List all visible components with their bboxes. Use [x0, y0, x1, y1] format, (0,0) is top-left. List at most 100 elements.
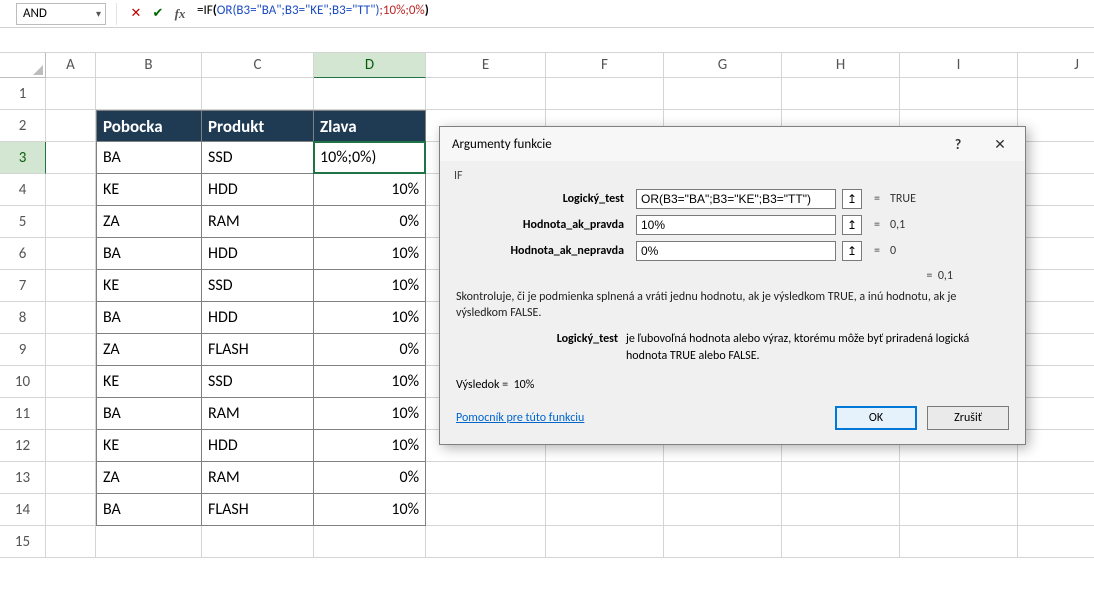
- cell-D3[interactable]: 10%;0%): [314, 142, 426, 174]
- cell-C6[interactable]: HDD: [202, 238, 314, 270]
- cell-E1[interactable]: [426, 78, 546, 110]
- cell-A11[interactable]: [46, 398, 96, 430]
- cell-A2[interactable]: [46, 110, 96, 142]
- cell-C2[interactable]: Produkt: [202, 110, 314, 142]
- cell-G14[interactable]: [664, 494, 782, 526]
- cell-B3[interactable]: BA: [96, 142, 202, 174]
- row-header-12[interactable]: 12: [0, 430, 46, 462]
- cell-B6[interactable]: BA: [96, 238, 202, 270]
- help-button[interactable]: ?: [941, 130, 975, 158]
- cell-A8[interactable]: [46, 302, 96, 334]
- cell-D15[interactable]: [314, 526, 426, 558]
- col-header-F[interactable]: F: [546, 52, 664, 78]
- name-box[interactable]: AND ▾: [16, 3, 106, 25]
- col-header-I[interactable]: I: [900, 52, 1018, 78]
- cell-C5[interactable]: RAM: [202, 206, 314, 238]
- help-link[interactable]: Pomocník pre túto funkciu: [456, 411, 584, 425]
- cell-G15[interactable]: [664, 526, 782, 558]
- cell-B10[interactable]: KE: [96, 366, 202, 398]
- cell-H15[interactable]: [782, 526, 900, 558]
- cell-I15[interactable]: [900, 526, 1018, 558]
- cell-J14[interactable]: [1018, 494, 1094, 526]
- cell-A5[interactable]: [46, 206, 96, 238]
- cell-I14[interactable]: [900, 494, 1018, 526]
- arg-input-2[interactable]: [636, 241, 836, 261]
- cell-D13[interactable]: 0%: [314, 462, 426, 494]
- cell-D14[interactable]: 10%: [314, 494, 426, 526]
- cell-A14[interactable]: [46, 494, 96, 526]
- cell-J5[interactable]: [1018, 206, 1094, 238]
- cell-J6[interactable]: [1018, 238, 1094, 270]
- cell-B2[interactable]: Pobocka: [96, 110, 202, 142]
- row-header-5[interactable]: 5: [0, 206, 46, 238]
- row-header-1[interactable]: 1: [0, 78, 46, 110]
- cell-H1[interactable]: [782, 78, 900, 110]
- cell-B9[interactable]: ZA: [96, 334, 202, 366]
- cell-D4[interactable]: 10%: [314, 174, 426, 206]
- cell-G1[interactable]: [664, 78, 782, 110]
- cell-C14[interactable]: FLASH: [202, 494, 314, 526]
- cell-B14[interactable]: BA: [96, 494, 202, 526]
- cell-D8[interactable]: 10%: [314, 302, 426, 334]
- cell-C12[interactable]: HDD: [202, 430, 314, 462]
- ok-button[interactable]: OK: [835, 406, 917, 430]
- cell-A6[interactable]: [46, 238, 96, 270]
- cell-F1[interactable]: [546, 78, 664, 110]
- cell-A10[interactable]: [46, 366, 96, 398]
- cell-C7[interactable]: SSD: [202, 270, 314, 302]
- row-header-8[interactable]: 8: [0, 302, 46, 334]
- cell-D2[interactable]: Zlava: [314, 110, 426, 142]
- close-icon[interactable]: ✕: [983, 130, 1017, 158]
- cell-C13[interactable]: RAM: [202, 462, 314, 494]
- cell-E13[interactable]: [426, 462, 546, 494]
- cell-F13[interactable]: [546, 462, 664, 494]
- cell-D9[interactable]: 0%: [314, 334, 426, 366]
- cell-C9[interactable]: FLASH: [202, 334, 314, 366]
- cancel-button[interactable]: Zrušiť: [927, 406, 1009, 430]
- cell-D12[interactable]: 10%: [314, 430, 426, 462]
- row-header-11[interactable]: 11: [0, 398, 46, 430]
- cell-A7[interactable]: [46, 270, 96, 302]
- cell-C4[interactable]: HDD: [202, 174, 314, 206]
- arg-input-1[interactable]: [636, 215, 836, 235]
- col-header-E[interactable]: E: [426, 52, 546, 78]
- cell-B11[interactable]: BA: [96, 398, 202, 430]
- row-header-9[interactable]: 9: [0, 334, 46, 366]
- cell-B12[interactable]: KE: [96, 430, 202, 462]
- cell-B7[interactable]: KE: [96, 270, 202, 302]
- col-header-J[interactable]: J: [1018, 52, 1094, 78]
- cell-B13[interactable]: ZA: [96, 462, 202, 494]
- cell-D7[interactable]: 10%: [314, 270, 426, 302]
- cell-I1[interactable]: [900, 78, 1018, 110]
- row-header-2[interactable]: 2: [0, 110, 46, 142]
- cell-A15[interactable]: [46, 526, 96, 558]
- row-header-13[interactable]: 13: [0, 462, 46, 494]
- col-header-G[interactable]: G: [664, 52, 782, 78]
- row-header-10[interactable]: 10: [0, 366, 46, 398]
- cell-J2[interactable]: [1018, 110, 1094, 142]
- cell-C3[interactable]: SSD: [202, 142, 314, 174]
- cell-A9[interactable]: [46, 334, 96, 366]
- row-header-3[interactable]: 3: [0, 142, 46, 174]
- row-header-6[interactable]: 6: [0, 238, 46, 270]
- cell-C15[interactable]: [202, 526, 314, 558]
- cell-I13[interactable]: [900, 462, 1018, 494]
- cell-J4[interactable]: [1018, 174, 1094, 206]
- collapse-dialog-icon[interactable]: ↥: [842, 215, 862, 235]
- cell-D1[interactable]: [314, 78, 426, 110]
- cell-D6[interactable]: 10%: [314, 238, 426, 270]
- cell-B8[interactable]: BA: [96, 302, 202, 334]
- cell-C11[interactable]: RAM: [202, 398, 314, 430]
- cell-D5[interactable]: 0%: [314, 206, 426, 238]
- row-header-14[interactable]: 14: [0, 494, 46, 526]
- cell-J15[interactable]: [1018, 526, 1094, 558]
- cell-E15[interactable]: [426, 526, 546, 558]
- cell-B5[interactable]: ZA: [96, 206, 202, 238]
- cell-H13[interactable]: [782, 462, 900, 494]
- col-header-B[interactable]: B: [96, 52, 202, 78]
- cancel-icon[interactable]: ✕: [127, 5, 145, 23]
- cell-A4[interactable]: [46, 174, 96, 206]
- cell-J8[interactable]: [1018, 302, 1094, 334]
- row-header-7[interactable]: 7: [0, 270, 46, 302]
- cell-J9[interactable]: [1018, 334, 1094, 366]
